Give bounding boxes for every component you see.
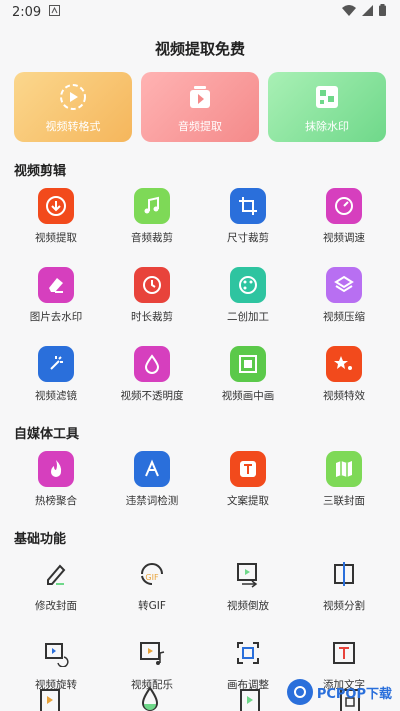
video-cut-icon (200, 686, 300, 711)
flame-icon (38, 451, 74, 487)
tool-to-gif[interactable]: GIF 转GIF (104, 546, 200, 625)
tool-label: 视频不透明度 (120, 390, 184, 402)
tool-label: 音频裁剪 (131, 232, 173, 244)
text-check-icon (134, 451, 170, 487)
play-circle-icon (58, 82, 88, 112)
tool-label: 二创加工 (227, 311, 269, 323)
tool-triple-cover[interactable]: 三联封面 (296, 441, 392, 520)
tool-label: 尺寸裁剪 (227, 232, 269, 244)
section-title-media-tools: 自媒体工具 (14, 427, 80, 442)
tool-label: 视频提取 (35, 232, 77, 244)
tool-label: 热榜聚合 (35, 495, 77, 507)
tool-label: 视频倒放 (227, 600, 269, 612)
watermark-text: PCPOP下载 (316, 686, 392, 702)
tool-video-split[interactable]: 视频分割 (296, 546, 392, 625)
tool-duration-crop[interactable]: 时长裁剪 (104, 257, 200, 336)
media-tools-grid: 热榜聚合 违禁词检测 文案提取 三联封面 (0, 441, 400, 520)
card-remove-watermark[interactable]: 抹除水印 (268, 72, 386, 142)
tool-label: 修改封面 (35, 600, 77, 612)
tool-secondary-creation[interactable]: 二创加工 (200, 257, 296, 336)
tool-video-opacity[interactable]: 视频不透明度 (104, 336, 200, 415)
tool-video-effects[interactable]: 视频特效 (296, 336, 392, 415)
card-audio-extract[interactable]: 音频提取 (141, 72, 259, 142)
palette-icon (230, 267, 266, 303)
section-title-video-edit: 视频剪辑 (14, 164, 67, 179)
stars-icon (326, 346, 362, 382)
tool-label: 视频分割 (323, 600, 365, 612)
drop-icon (100, 686, 200, 711)
pcpop-logo-icon (286, 679, 313, 705)
drop-icon (134, 346, 170, 382)
watermark: PCPOP下载 (286, 679, 392, 705)
speed-icon (326, 188, 362, 224)
tool-banned-word-check[interactable]: 违禁词检测 (104, 441, 200, 520)
tool-label: 视频画中画 (221, 390, 275, 402)
wifi-icon (342, 4, 356, 20)
status-time: 2:09 (12, 4, 42, 20)
tool-label: 违禁词检测 (125, 495, 179, 507)
tool-video-filter[interactable]: 视频滤镜 (8, 336, 104, 415)
page-title: 视频提取免费 (154, 40, 245, 58)
svg-text:GIF: GIF (145, 573, 159, 582)
video-music-icon (134, 635, 170, 671)
eraser-grid-icon (312, 82, 342, 112)
tool-copy-extract[interactable]: 文案提取 (200, 441, 296, 520)
picture-in-picture-icon (230, 346, 266, 382)
eraser-icon (38, 267, 74, 303)
gif-icon: GIF (134, 556, 170, 592)
tool-label: 视频压缩 (323, 311, 365, 323)
tool-label: 视频调速 (323, 232, 365, 244)
card-label: 抹除水印 (305, 120, 349, 133)
signal-icon (362, 4, 373, 20)
battery-icon (379, 4, 386, 20)
video-edit-grid: 视频提取 音频裁剪 尺寸裁剪 视频调速 图片去水印 时长裁剪 二创加工 视频压缩… (0, 178, 400, 415)
tool-size-crop[interactable]: 尺寸裁剪 (200, 178, 296, 257)
tool-picture-in-picture[interactable]: 视频画中画 (200, 336, 296, 415)
clock-icon (134, 267, 170, 303)
download-icon (38, 188, 74, 224)
tool-label: 视频特效 (323, 390, 365, 402)
music-video-icon (185, 82, 215, 112)
tool-edit-cover[interactable]: 修改封面 (8, 546, 104, 625)
tool-video-extract[interactable]: 视频提取 (8, 178, 104, 257)
tool-video-compress[interactable]: 视频压缩 (296, 257, 392, 336)
status-bar: 2:09 (0, 0, 400, 24)
sparkle-icon (38, 346, 74, 382)
tool-label: 视频滤镜 (35, 390, 77, 402)
layers-icon (326, 267, 362, 303)
section-title-basic: 基础功能 (14, 532, 67, 547)
tool-label: 图片去水印 (29, 311, 83, 323)
tool-video-speed[interactable]: 视频调速 (296, 178, 392, 257)
crop-icon (230, 188, 266, 224)
rotate-icon (38, 635, 74, 671)
tool-image-watermark[interactable]: 图片去水印 (8, 257, 104, 336)
tool-audio-crop[interactable]: 音频裁剪 (104, 178, 200, 257)
canvas-icon (230, 635, 266, 671)
text-extract-icon (230, 451, 266, 487)
map-icon (326, 451, 362, 487)
card-video-convert[interactable]: 视频转格式 (14, 72, 132, 142)
tool-label: 三联封面 (323, 495, 365, 507)
top-feature-cards: 视频转格式 音频提取 抹除水印 (0, 72, 400, 142)
reverse-icon (230, 556, 266, 592)
tool-video-reverse[interactable]: 视频倒放 (200, 546, 296, 625)
tool-label: 时长裁剪 (131, 311, 173, 323)
notification-icon (49, 4, 61, 20)
card-label: 音频提取 (178, 120, 222, 133)
tool-hot-list[interactable]: 热榜聚合 (8, 441, 104, 520)
pencil-icon (38, 556, 74, 592)
music-note-icon (134, 188, 170, 224)
video-icon (0, 686, 100, 711)
add-text-icon (326, 635, 362, 671)
card-label: 视频转格式 (45, 120, 101, 133)
split-icon (326, 556, 362, 592)
tool-label: 文案提取 (227, 495, 269, 507)
tool-label: 转GIF (138, 600, 166, 612)
